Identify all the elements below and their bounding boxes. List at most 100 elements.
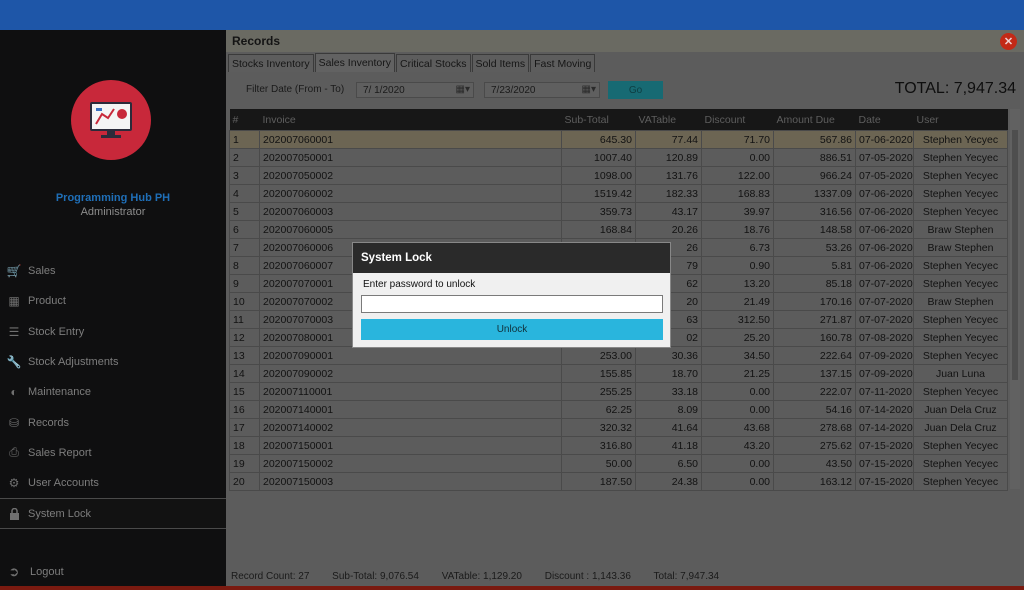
- table-cell: 20: [229, 472, 260, 491]
- table-cell: Stephen Yecyec: [913, 472, 1008, 491]
- column-header[interactable]: #: [229, 109, 260, 131]
- table-row[interactable]: 4 202007060002 1519.42 182.33 168.83 1337.09 0…: [229, 184, 1008, 203]
- table-cell: Stephen Yecyec: [913, 310, 1008, 329]
- sidebar-item-label: User Accounts: [28, 477, 99, 490]
- sidebar-item-system-lock[interactable]: System Lock: [0, 498, 226, 529]
- password-label: Enter password to unlock: [363, 279, 476, 290]
- table-cell: 07-08-2020: [855, 328, 914, 347]
- sidebar-item-sales-report[interactable]: ⎙ Sales Report: [0, 438, 226, 468]
- table-cell: 182.33: [635, 184, 702, 203]
- table-cell: 18.76: [701, 220, 774, 239]
- table-row[interactable]: 2 202007050001 1007.40 120.89 0.00 886.51 07-0…: [229, 148, 1008, 167]
- table-cell: 62.25: [561, 400, 636, 419]
- table-cell: 07-06-2020: [855, 220, 914, 239]
- unlock-button[interactable]: Unlock: [361, 319, 663, 340]
- sidebar-item-stock-entry[interactable]: ☰ Stock Entry: [0, 317, 226, 347]
- table-cell: Stephen Yecyec: [913, 346, 1008, 365]
- table-cell: 275.62: [773, 436, 856, 455]
- date-to-picker[interactable]: 7/23/2020 ▦▾: [484, 82, 600, 98]
- table-cell: 41.64: [635, 418, 702, 437]
- close-button[interactable]: ✕: [1000, 33, 1017, 50]
- table-cell: 160.78: [773, 328, 856, 347]
- table-row[interactable]: 20 202007150003 187.50 24.38 0.00 163.12 07-15…: [229, 472, 1008, 491]
- calendar-dropdown-icon[interactable]: ▦▾: [456, 84, 470, 95]
- footer-vatable: VATable: 1,129.20: [441, 571, 522, 582]
- table-cell: 07-09-2020: [855, 346, 914, 365]
- sidebar-item-label: Maintenance: [28, 386, 91, 399]
- column-header[interactable]: Amount Due: [773, 109, 856, 131]
- table-row[interactable]: 1 202007060001 645.30 77.44 71.70 567.86 07-06…: [229, 130, 1008, 149]
- date-from-picker[interactable]: 7/ 1/2020 ▦▾: [356, 82, 474, 98]
- users-cog-icon: ⚙: [8, 476, 20, 491]
- table-cell: 202007150002: [259, 454, 562, 473]
- column-header[interactable]: VATable: [635, 109, 702, 131]
- table-cell: 12: [229, 328, 260, 347]
- table-cell: 19: [229, 454, 260, 473]
- table-cell: 43.17: [635, 202, 702, 221]
- table-cell: 312.50: [701, 310, 774, 329]
- table-cell: 10: [229, 292, 260, 311]
- table-row[interactable]: 13 202007090001 253.00 30.36 34.50 222.64 07-0…: [229, 346, 1008, 365]
- table-cell: 202007060002: [259, 184, 562, 203]
- table-cell: 253.00: [561, 346, 636, 365]
- table-cell: 1519.42: [561, 184, 636, 203]
- table-cell: 9: [229, 274, 260, 293]
- table-cell: 54.16: [773, 400, 856, 419]
- table-cell: 17: [229, 418, 260, 437]
- table-cell: 320.32: [561, 418, 636, 437]
- table-cell: Stephen Yecyec: [913, 148, 1008, 167]
- table-cell: 187.50: [561, 472, 636, 491]
- table-cell: 148.58: [773, 220, 856, 239]
- column-header[interactable]: Sub-Total: [561, 109, 636, 131]
- table-cell: 07-06-2020: [855, 130, 914, 149]
- scrollbar-thumb[interactable]: [1012, 130, 1018, 380]
- table-cell: 0.00: [701, 148, 774, 167]
- sidebar-item-sales[interactable]: 🛒 Sales: [0, 256, 226, 286]
- column-header[interactable]: Date: [855, 109, 914, 131]
- sidebar-item-product[interactable]: ▦ Product: [0, 286, 226, 316]
- dialog-title: System Lock: [353, 243, 670, 273]
- table-row[interactable]: 5 202007060003 359.73 43.17 39.97 316.56 07-06…: [229, 202, 1008, 221]
- table-cell: 155.85: [561, 364, 636, 383]
- table-cell: Juan Luna: [913, 364, 1008, 383]
- go-button[interactable]: Go: [608, 81, 663, 99]
- sidebar-item-user-accounts[interactable]: ⚙ User Accounts: [0, 468, 226, 498]
- table-cell: 255.25: [561, 382, 636, 401]
- table-cell: 1337.09: [773, 184, 856, 203]
- column-header[interactable]: Invoice: [259, 109, 562, 131]
- sidebar-item-maintenance[interactable]: ◐ Maintenance: [0, 377, 226, 407]
- table-cell: 7: [229, 238, 260, 257]
- table-row[interactable]: 15 202007110001 255.25 33.18 0.00 222.07 07-11…: [229, 382, 1008, 401]
- table-row[interactable]: 19 202007150002 50.00 6.50 0.00 43.50 07-15-20…: [229, 454, 1008, 473]
- tab-sales-inventory[interactable]: Sales Inventory: [314, 53, 395, 72]
- column-header[interactable]: User: [913, 109, 1008, 131]
- tab-sold-items[interactable]: Sold Items: [471, 54, 530, 72]
- sidebar-item-stock-adjustments[interactable]: 🔧 Stock Adjustments: [0, 347, 226, 377]
- column-header[interactable]: Discount: [701, 109, 774, 131]
- monitor-chart-icon: [90, 102, 132, 138]
- tab-fast-moving[interactable]: Fast Moving: [530, 54, 596, 72]
- sidebar-item-label: System Lock: [28, 507, 91, 520]
- tab-stocks-inventory[interactable]: Stocks Inventory: [228, 54, 314, 72]
- logout-button[interactable]: ➲ Logout: [0, 562, 226, 582]
- table-cell: 43.50: [773, 454, 856, 473]
- table-row[interactable]: 17 202007140002 320.32 41.64 43.68 278.68 07-1…: [229, 418, 1008, 437]
- password-input[interactable]: [361, 295, 663, 313]
- table-row[interactable]: 16 202007140001 62.25 8.09 0.00 54.16 07-14-20…: [229, 400, 1008, 419]
- page-title: Records: [232, 34, 281, 48]
- calendar-dropdown-icon[interactable]: ▦▾: [582, 84, 596, 95]
- table-cell: 07-07-2020: [855, 310, 914, 329]
- table-cell: 0.00: [701, 472, 774, 491]
- table-row[interactable]: 3 202007050002 1098.00 131.76 122.00 966.24 07…: [229, 166, 1008, 185]
- date-from-value: 7/ 1/2020: [363, 84, 405, 96]
- table-cell: 07-05-2020: [855, 148, 914, 167]
- tab-critical-stocks[interactable]: Critical Stocks: [396, 54, 471, 72]
- table-cell: 4: [229, 184, 260, 203]
- table-row[interactable]: 18 202007150001 316.80 41.18 43.20 275.62 07-1…: [229, 436, 1008, 455]
- table-cell: 53.26: [773, 238, 856, 257]
- table-cell: 33.18: [635, 382, 702, 401]
- table-cell: Braw Stephen: [913, 292, 1008, 311]
- sidebar-item-records[interactable]: ⛁ Records: [0, 407, 226, 437]
- table-row[interactable]: 14 202007090002 155.85 18.70 21.25 137.15 07-0…: [229, 364, 1008, 383]
- table-row[interactable]: 6 202007060005 168.84 20.26 18.76 148.58 07-06…: [229, 220, 1008, 239]
